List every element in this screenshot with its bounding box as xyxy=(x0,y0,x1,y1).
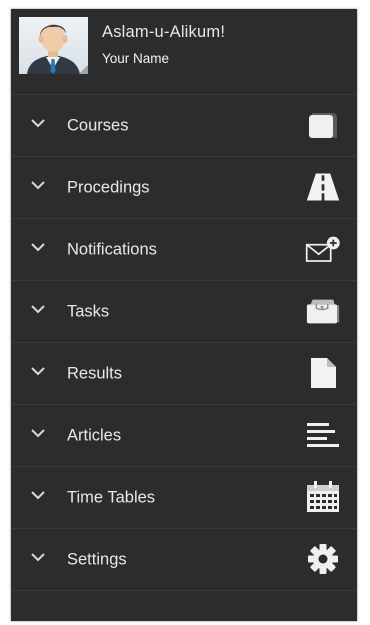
mail-add-icon xyxy=(305,232,341,266)
chevron-down-icon xyxy=(31,305,45,314)
chevron-down-icon xyxy=(31,491,45,500)
menu-item-label: Courses xyxy=(67,116,129,134)
greeting-text: Aslam-u-Alikum! xyxy=(102,23,226,41)
chevron-down-icon xyxy=(31,243,45,252)
menu-item-tasks[interactable]: Tasks xyxy=(11,280,357,342)
chevron-down-icon xyxy=(31,429,45,438)
drawer-header: Aslam-u-Alikum! Your Name xyxy=(11,9,357,94)
menu-item-articles[interactable]: Articles xyxy=(11,404,357,466)
navigation-drawer: Aslam-u-Alikum! Your Name Courses Proced… xyxy=(11,9,357,621)
chevron-down-icon xyxy=(31,181,45,190)
menu-item-label: Results xyxy=(67,364,123,382)
gear-icon xyxy=(305,542,341,576)
header-text: Aslam-u-Alikum! Your Name xyxy=(102,23,225,66)
chevron-down-icon xyxy=(31,119,45,128)
menu-item-label: Time Tables xyxy=(67,488,156,506)
menu-item-notifications[interactable]: Notifications xyxy=(11,218,357,280)
align-left-icon xyxy=(305,418,341,452)
menu-item-label: Notifications xyxy=(67,240,157,258)
chevron-down-icon xyxy=(31,367,45,376)
avatar[interactable] xyxy=(19,17,88,74)
chevron-down-icon xyxy=(31,553,45,562)
menu-item-results[interactable]: Results xyxy=(11,342,357,404)
menu-item-label: Procedings xyxy=(67,178,150,196)
menu-item-procedings[interactable]: Procedings xyxy=(11,156,357,218)
menu-item-courses[interactable]: Courses xyxy=(11,94,357,156)
user-name[interactable]: Your Name xyxy=(102,51,225,66)
menu-item-label: Tasks xyxy=(67,302,110,320)
menu-item-time-tables[interactable]: Time Tables xyxy=(11,466,357,528)
document-icon xyxy=(305,356,341,390)
menu-item-label: Articles xyxy=(67,426,122,444)
menu-item-settings[interactable]: Settings xyxy=(11,528,357,591)
road-icon xyxy=(305,170,341,204)
wallet-icon xyxy=(305,294,341,328)
menu-item-label: Settings xyxy=(67,550,127,568)
drawer-menu: Courses Procedings Notifications Tasks R… xyxy=(11,94,357,591)
calendar-icon xyxy=(305,480,341,514)
square-icon xyxy=(305,108,341,142)
